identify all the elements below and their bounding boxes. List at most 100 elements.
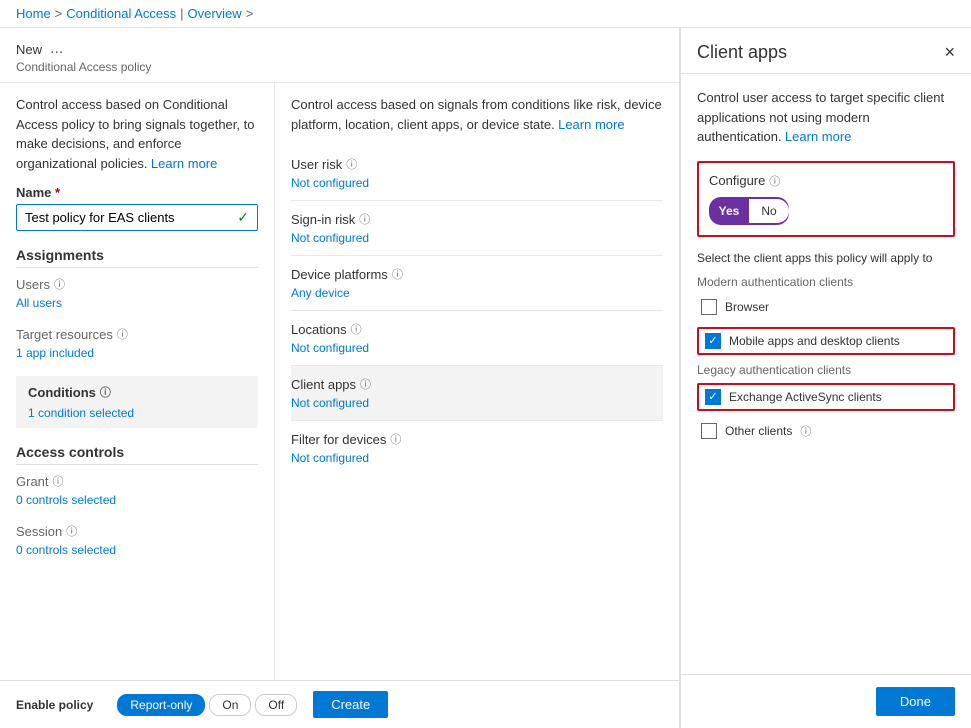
users-info-icon[interactable]: ⓘ (54, 276, 65, 292)
mobile-apps-checkbox[interactable]: ✓ (705, 333, 721, 349)
left-description: Control access based on Conditional Acce… (16, 95, 258, 173)
browser-row: Browser (697, 295, 955, 319)
grant-group: Grant ⓘ 0 controls selected (16, 473, 258, 507)
filter-for-devices-value[interactable]: Not configured (291, 451, 663, 465)
device-platforms-label: Device platforms (291, 267, 388, 282)
name-input-wrapper[interactable]: ✓ (16, 204, 258, 231)
exchange-activesync-row: ✓ Exchange ActiveSync clients (697, 383, 955, 411)
client-apps-info-icon[interactable]: ⓘ (360, 376, 371, 392)
users-group: Users ⓘ All users (16, 276, 258, 310)
policy-report-only-btn[interactable]: Report-only (117, 694, 205, 716)
panel-close-button[interactable]: × (944, 42, 955, 63)
done-button[interactable]: Done (876, 687, 955, 716)
left-body: Control access based on Conditional Acce… (0, 83, 679, 680)
session-label: Session (16, 524, 62, 539)
other-clients-checkbox[interactable] (701, 423, 717, 439)
session-value[interactable]: 0 controls selected (16, 543, 258, 557)
session-group: Session ⓘ 0 controls selected (16, 523, 258, 557)
enable-policy-label: Enable policy (16, 698, 93, 712)
form-column: Control access based on Conditional Acce… (0, 83, 275, 680)
conditions-info-icon[interactable]: ⓘ (100, 384, 111, 400)
mobile-apps-row: ✓ Mobile apps and desktop clients (697, 327, 955, 355)
name-check-icon: ✓ (237, 209, 249, 226)
device-platforms-info-icon[interactable]: ⓘ (392, 266, 403, 282)
left-pane: New ... Conditional Access policy Contro… (0, 28, 680, 728)
filter-for-devices-info-icon[interactable]: ⓘ (390, 431, 401, 447)
other-clients-info-icon[interactable]: ⓘ (800, 423, 811, 439)
user-risk-value[interactable]: Not configured (291, 176, 663, 190)
conditions-value[interactable]: 1 condition selected (28, 406, 246, 420)
right-learn-more-link[interactable]: Learn more (558, 117, 624, 132)
content-area: New ... Conditional Access policy Contro… (0, 28, 971, 728)
exchange-activesync-checkbox[interactable]: ✓ (705, 389, 721, 405)
mobile-apps-label: Mobile apps and desktop clients (729, 334, 900, 348)
panel-learn-more-link[interactable]: Learn more (785, 129, 851, 144)
breadcrumb-sep1: > (55, 6, 63, 21)
target-resources-group: Target resources ⓘ 1 app included (16, 326, 258, 360)
sign-in-risk-value[interactable]: Not configured (291, 231, 663, 245)
users-label: Users (16, 277, 50, 292)
locations-label: Locations (291, 322, 347, 337)
panel-title: Client apps (697, 42, 787, 63)
right-description: Control access based on signals from con… (291, 95, 663, 134)
user-risk-label: User risk (291, 157, 342, 172)
session-info-icon[interactable]: ⓘ (66, 523, 77, 539)
device-platforms-value[interactable]: Any device (291, 286, 663, 300)
device-platforms-row: Device platforms ⓘ Any device (291, 256, 663, 311)
user-risk-row: User risk ⓘ Not configured (291, 146, 663, 201)
policy-on-btn[interactable]: On (209, 694, 251, 716)
exchange-activesync-label: Exchange ActiveSync clients (729, 390, 882, 404)
conditions-column: Control access based on signals from con… (275, 83, 679, 680)
left-learn-more-link[interactable]: Learn more (151, 156, 217, 171)
browser-checkbox[interactable] (701, 299, 717, 315)
conditions-header: Conditions ⓘ (28, 384, 246, 400)
breadcrumb-sep2: | (180, 6, 183, 21)
configure-no[interactable]: No (749, 199, 789, 223)
modern-auth-label: Modern authentication clients (697, 275, 955, 289)
locations-row: Locations ⓘ Not configured (291, 311, 663, 366)
users-value[interactable]: All users (16, 296, 258, 310)
target-resources-label: Target resources (16, 327, 113, 342)
target-resources-value[interactable]: 1 app included (16, 346, 258, 360)
target-resources-info-icon[interactable]: ⓘ (117, 326, 128, 342)
other-clients-row: Other clients ⓘ (697, 419, 955, 443)
locations-value[interactable]: Not configured (291, 341, 663, 355)
configure-toggle[interactable]: Yes No (709, 197, 789, 225)
page-subtitle: Conditional Access policy (16, 60, 663, 74)
sign-in-risk-row: Sign-in risk ⓘ Not configured (291, 201, 663, 256)
ellipsis-menu[interactable]: ... (50, 40, 63, 58)
breadcrumb-conditional-access[interactable]: Conditional Access (66, 6, 176, 21)
breadcrumb: Home > Conditional Access | Overview > (0, 0, 971, 28)
policy-toggle-group: Report-only On Off (117, 694, 297, 716)
sign-in-risk-info-icon[interactable]: ⓘ (359, 211, 370, 227)
configure-info-icon[interactable]: ⓘ (769, 173, 780, 189)
panel-body: Control user access to target specific c… (681, 74, 971, 674)
page-title: New (16, 42, 42, 57)
grant-value[interactable]: 0 controls selected (16, 493, 258, 507)
name-input[interactable] (25, 210, 237, 225)
panel-header: Client apps × (681, 28, 971, 74)
user-risk-info-icon[interactable]: ⓘ (346, 156, 357, 172)
bottom-bar: Enable policy Report-only On Off Create (0, 680, 680, 728)
assignments-title: Assignments (16, 247, 258, 268)
breadcrumb-home[interactable]: Home (16, 6, 51, 21)
access-controls-title: Access controls (16, 444, 258, 465)
panel-description: Control user access to target specific c… (697, 88, 955, 147)
grant-info-icon[interactable]: ⓘ (53, 473, 64, 489)
create-button[interactable]: Create (313, 691, 388, 718)
client-apps-panel: Client apps × Control user access to tar… (680, 28, 971, 728)
configure-yes[interactable]: Yes (709, 199, 749, 223)
policy-off-btn[interactable]: Off (255, 694, 297, 716)
client-apps-value[interactable]: Not configured (291, 396, 663, 410)
breadcrumb-overview[interactable]: Overview (188, 6, 242, 21)
breadcrumb-sep3: > (246, 6, 254, 21)
grant-label: Grant (16, 474, 49, 489)
name-required: * (55, 185, 60, 200)
filter-for-devices-row: Filter for devices ⓘ Not configured (291, 421, 663, 475)
select-label: Select the client apps this policy will … (697, 251, 955, 265)
client-apps-label: Client apps (291, 377, 356, 392)
name-label: Name * (16, 185, 60, 200)
locations-info-icon[interactable]: ⓘ (351, 321, 362, 337)
filter-for-devices-label: Filter for devices (291, 432, 386, 447)
browser-label: Browser (725, 300, 769, 314)
